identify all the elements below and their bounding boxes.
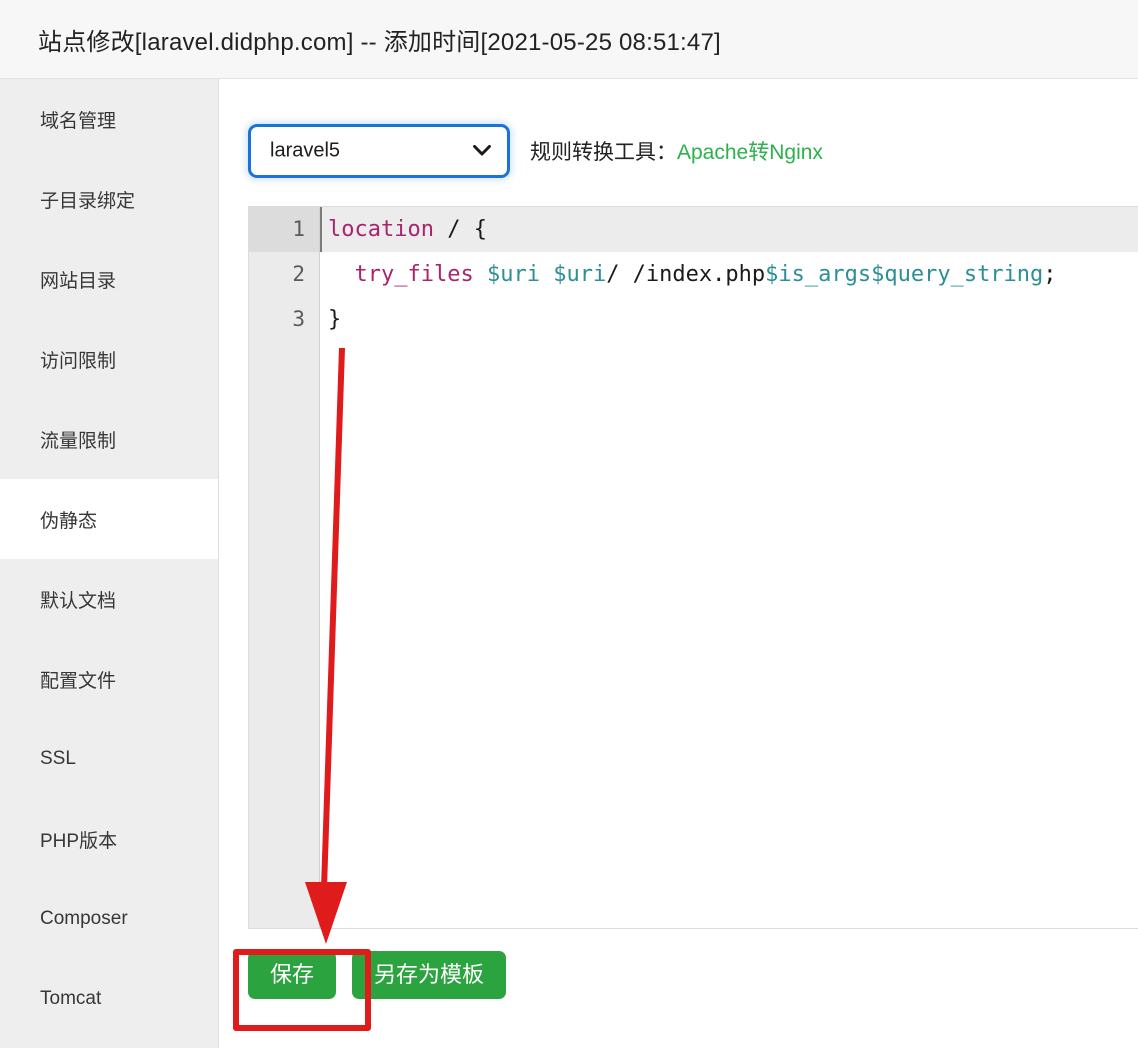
code-token: try_files <box>354 262 474 287</box>
save-button[interactable]: 保存 <box>248 951 337 999</box>
sidebar-item-label: Tomcat <box>40 988 102 1009</box>
code-line[interactable]: } <box>320 297 1138 342</box>
sidebar-item-label: 子目录绑定 <box>40 190 136 212</box>
code-line[interactable]: location / { <box>320 207 1138 252</box>
sidebar-item-tomcat[interactable]: Tomcat <box>0 959 218 1039</box>
code-token: $uri <box>486 262 540 287</box>
sidebar-item-rewrite[interactable]: 伪静态 <box>0 479 218 559</box>
code-token: / { <box>433 217 487 242</box>
rewrite-template-select-value: laravel5 <box>270 139 341 162</box>
line-number: 2 <box>292 262 305 286</box>
sidebar-item-label: 配置文件 <box>40 670 117 692</box>
editor-gutter: 1 2 3 <box>249 207 319 928</box>
sidebar-item-label: Composer <box>40 908 128 929</box>
editor-actions: 保存 另存为模板 <box>248 951 507 999</box>
sidebar-item-label: 伪静态 <box>40 510 98 532</box>
sidebar-item-site-directory[interactable]: 网站目录 <box>0 239 218 319</box>
sidebar-item-access-restriction[interactable]: 访问限制 <box>0 319 218 399</box>
editor-toolbar: laravel5 规则转换工具： Apache转Nginx <box>248 124 823 178</box>
sidebar-item-label: SSL <box>40 748 76 769</box>
sidebar-item-composer[interactable]: Composer <box>0 879 218 959</box>
code-token: / /index.php <box>606 262 766 287</box>
sidebar-item-config-file[interactable]: 配置文件 <box>0 639 218 719</box>
code-token: } <box>328 307 342 332</box>
sidebar-item-label: 网站目录 <box>40 270 117 292</box>
sidebar-item-label: 默认文档 <box>40 590 117 612</box>
rewrite-rule-code-editor[interactable]: 123 location / { try_files $uri $uri/ /i… <box>248 206 1138 929</box>
code-token: $is_args$query_string <box>765 262 1044 287</box>
code-line[interactable]: try_files $uri $uri/ /index.php$is_args$… <box>320 252 1138 297</box>
sidebar-item-ssl[interactable]: SSL <box>0 719 218 799</box>
save-as-template-button[interactable]: 另存为模板 <box>352 951 507 999</box>
site-edit-window: 站点修改[laravel.didphp.com] -- 添加时间[2021-05… <box>0 0 1138 1048</box>
code-token: $uri <box>553 262 607 287</box>
line-number: 1 <box>249 207 319 252</box>
line-number: 3 <box>292 307 305 331</box>
window-header: 站点修改[laravel.didphp.com] -- 添加时间[2021-05… <box>0 0 1138 79</box>
sidebar-item-domain-management[interactable]: 域名管理 <box>0 79 218 159</box>
rewrite-template-select[interactable]: laravel5 <box>248 124 510 178</box>
sidebar: 域名管理子目录绑定网站目录访问限制流量限制伪静态默认文档配置文件 SSL PHP版本… <box>0 79 219 1048</box>
chevron-down-icon <box>473 145 491 157</box>
main-content: laravel5 规则转换工具： Apache转Nginx 1 2 3 locati… <box>220 79 1138 1048</box>
sidebar-item-label: 访问限制 <box>40 350 117 372</box>
apache-to-nginx-link[interactable]: Apache转Nginx <box>677 136 823 166</box>
page-title: 站点修改[laravel.didphp.com] -- 添加时间[2021-05… <box>38 29 721 56</box>
sidebar-item-subdirectory-binding[interactable]: 子目录绑定 <box>0 159 218 239</box>
sidebar-item-traffic-limit[interactable]: 流量限制 <box>0 399 218 479</box>
converter-label: 规则转换工具： <box>530 141 677 164</box>
code-token: location <box>328 217 434 242</box>
sidebar-item-label: 流量限制 <box>40 430 117 452</box>
sidebar-item-php-version[interactable]: PHP版本 <box>0 799 218 879</box>
sidebar-item-label: PHP版本 <box>40 830 118 852</box>
sidebar-item-default-document[interactable]: 默认文档 <box>0 559 218 639</box>
editor-code-area[interactable]: location / { try_files $uri $uri/ /index… <box>319 207 1138 928</box>
code-token: ; <box>1043 262 1057 287</box>
sidebar-item-label: 域名管理 <box>40 110 117 132</box>
